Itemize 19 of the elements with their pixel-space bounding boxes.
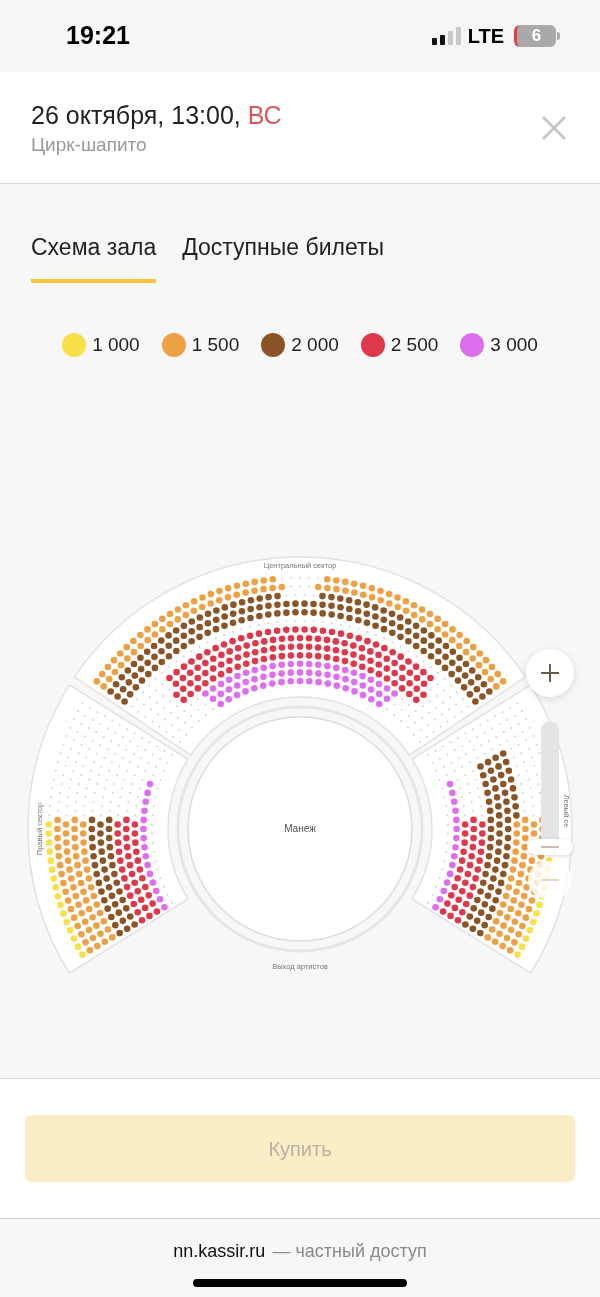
signal-icon bbox=[431, 27, 462, 45]
price-label: 1 500 bbox=[191, 332, 240, 357]
status-time: 19:21 bbox=[66, 20, 130, 52]
site-domain: nn.kassir.ru bbox=[173, 1240, 266, 1263]
price-label: 1 000 bbox=[92, 332, 140, 357]
price-label: 2 500 bbox=[390, 332, 439, 357]
arena-label: Манеж bbox=[284, 823, 316, 834]
tab[interactable]: Доступные билеты bbox=[182, 230, 384, 283]
price-label: 3 000 bbox=[490, 332, 538, 357]
access-note: — частный доступ bbox=[272, 1240, 427, 1263]
tab[interactable]: Схема зала bbox=[31, 230, 157, 283]
event-date: 26 октября, 13:00, ВС bbox=[31, 99, 282, 131]
plus-icon bbox=[540, 663, 560, 683]
minus-icon bbox=[541, 878, 559, 882]
venue-name: Цирк-шапито bbox=[31, 132, 148, 157]
close-icon bbox=[541, 114, 567, 141]
zoom-in-button[interactable] bbox=[526, 649, 574, 697]
network-label: LTE bbox=[467, 24, 504, 49]
price-label: 2 000 bbox=[291, 332, 339, 357]
